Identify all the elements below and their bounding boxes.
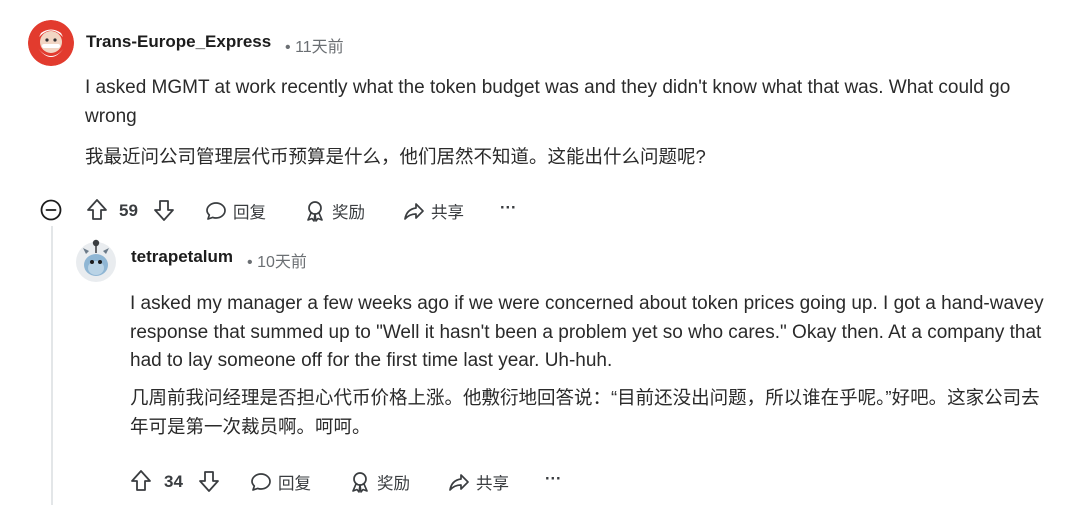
upvote-button[interactable] [130, 469, 152, 493]
separator: • [247, 254, 253, 271]
collapse-icon[interactable] [40, 199, 62, 221]
avatar[interactable] [28, 20, 74, 66]
comment-timestamp: • 10天前 [247, 248, 307, 272]
more-icon: ··· [500, 199, 517, 217]
comment-body-cn: 我最近问公司管理层代币预算是什么，他们居然不知道。这能出什么问题呢? [85, 146, 706, 167]
vote-score: 34 [164, 472, 183, 491]
more-options-button[interactable]: ··· [545, 470, 561, 489]
share-icon [404, 203, 424, 220]
reply-label: 回复 [278, 475, 311, 493]
upvote-icon [131, 470, 151, 491]
comment-body-cn: 几周前我问经理是否担心代币价格上涨。他敷衍地回答说：“目前还没出问题，所以谁在乎… [130, 387, 1040, 437]
comment-author[interactable]: tetrapetalum [131, 247, 233, 267]
more-options-button[interactable]: ··· [500, 199, 516, 218]
avatar[interactable] [73, 236, 119, 282]
downvote-icon [199, 471, 219, 492]
award-label: 奖励 [332, 204, 365, 222]
downvote-button[interactable] [153, 198, 175, 222]
award-label: 奖励 [377, 475, 410, 493]
upvote-button[interactable] [86, 198, 108, 222]
award-icon [307, 201, 323, 222]
comment-body-en: I asked my manager a few weeks ago if we… [130, 293, 1044, 371]
share-icon [449, 474, 469, 491]
downvote-icon [154, 200, 174, 221]
share-label: 共享 [476, 475, 509, 493]
share-button[interactable]: 共享 [403, 199, 464, 223]
reply-icon [251, 473, 271, 491]
reply-label: 回复 [233, 204, 266, 222]
time-text: 11天前 [295, 39, 344, 56]
award-button[interactable]: 奖励 [304, 199, 365, 223]
reply-icon [206, 202, 226, 220]
share-label: 共享 [431, 204, 464, 222]
upvote-icon [87, 199, 107, 220]
comment-body-en: I asked MGMT at work recently what the t… [85, 77, 1011, 127]
time-text: 10天前 [257, 254, 307, 271]
reply-button[interactable]: 回复 [205, 199, 266, 223]
comment-author[interactable]: Trans-Europe_Express [86, 32, 271, 52]
award-button[interactable]: 奖励 [349, 470, 410, 494]
downvote-button[interactable] [198, 469, 220, 493]
award-icon [352, 472, 368, 493]
thread-line[interactable] [51, 226, 53, 505]
reply-button[interactable]: 回复 [250, 470, 311, 494]
share-button[interactable]: 共享 [448, 470, 509, 494]
comment-timestamp: • 11天前 [285, 33, 344, 57]
more-icon: ··· [545, 470, 562, 488]
separator: • [285, 39, 291, 56]
vote-score: 59 [119, 201, 138, 220]
